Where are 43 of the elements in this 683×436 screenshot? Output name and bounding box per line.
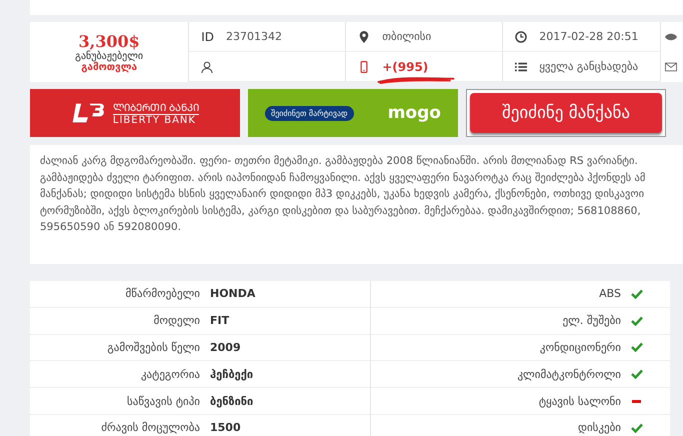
liberty-bank-banner[interactable]: ᲚᲘᲑᲔᲠᲗᲘ ᲑᲐᲜᲙᲘ LIBERTY BANK	[30, 89, 240, 137]
feature-label: ABS	[598, 287, 622, 300]
spec-label: გამოშვების წელი	[106, 340, 201, 354]
feature-label: ტყავის სალონი	[538, 394, 622, 408]
location-text: თბილისი	[382, 30, 432, 43]
price: 3,300$	[78, 32, 140, 50]
mogo-banner[interactable]: შეიძინეთ მარტივად mogo	[248, 89, 458, 137]
calculate-link[interactable]: გამოთვლა	[81, 62, 137, 72]
bank-name: LIBERTY BANK	[112, 115, 197, 126]
id-value: 23701342	[226, 30, 282, 43]
spec-label: საწვავის ტიპი	[126, 394, 201, 408]
spec-value: ბენზინი	[210, 394, 254, 408]
bank-logo-icon	[70, 101, 105, 125]
spec-value: ჰეჩბექი	[210, 368, 254, 381]
location-pin-icon	[358, 30, 370, 42]
id-label: ID	[201, 30, 214, 44]
customs-note: განუბაჟებელი	[75, 50, 144, 62]
envelope-icon	[665, 61, 678, 73]
list-icon	[515, 60, 528, 72]
all-listings-link[interactable]: ყველა განცხადება	[539, 60, 638, 73]
spec-label: მოდელი	[152, 314, 201, 328]
buy-car-button[interactable]: შეიძინე მანქანა	[470, 93, 662, 133]
eye-icon	[665, 31, 678, 43]
phone-number[interactable]: +(995)	[382, 60, 428, 74]
feature-label: კონდიციონერი	[538, 340, 622, 354]
spec-label: კატეგორია	[140, 368, 201, 381]
description-text: ძალიან კარგ მდგომარეობაში. ფერი- თეთრი მეტამიკი. გამბაჟდება 2008 წლიანიანში. არის მთლიანად RS ვარიანტი. გამბაჟიდება ძველი ტარიფით. არის იაპონიიდან ჩამოყვანილი. აქვს ყველაფერი ნავაროტკა რაც შეიძლება ჰქონდეს ამ მანქანას; დიდიდი სისტემა ხსნის ყველანაირ დიდიდი მპ3 დიკკებს, უკანა ხედვის კამერა, ქსენონები, ოთხივე დისკავოი ტორმუზიბში, აქვს ბლოკირების სისტემა, კარგი დისკებით და საბურავებით. მეჩქარებაა. დამიკავშირდით; 568108860, 595650590 ან 592080090.	[40, 154, 646, 235]
spec-value: HONDA	[210, 287, 256, 300]
bank-name: ᲚᲘᲑᲔᲠᲗᲘ ᲑᲐᲜᲙᲘ	[112, 100, 200, 115]
date-text: 2017-02-28 20:51	[539, 30, 638, 43]
feature-label: დისკები	[576, 421, 622, 434]
slogan-pill: შეიძინეთ მარტივად	[265, 106, 354, 120]
user-icon	[201, 60, 214, 72]
feature-label: კლიმატკონტროლი	[516, 368, 622, 381]
spec-value: 2009	[210, 340, 241, 354]
brand-logo-text: mogo	[388, 103, 441, 123]
spec-value: FIT	[210, 314, 230, 328]
clock-icon	[515, 30, 528, 42]
spec-value: 1500	[210, 421, 241, 434]
feature-label: ელ. შუშები	[562, 314, 622, 328]
mobile-phone-icon	[358, 60, 370, 72]
spec-label: ძრავის მოცულობა	[100, 421, 201, 434]
spec-label: მწარმოებელი	[124, 287, 201, 300]
